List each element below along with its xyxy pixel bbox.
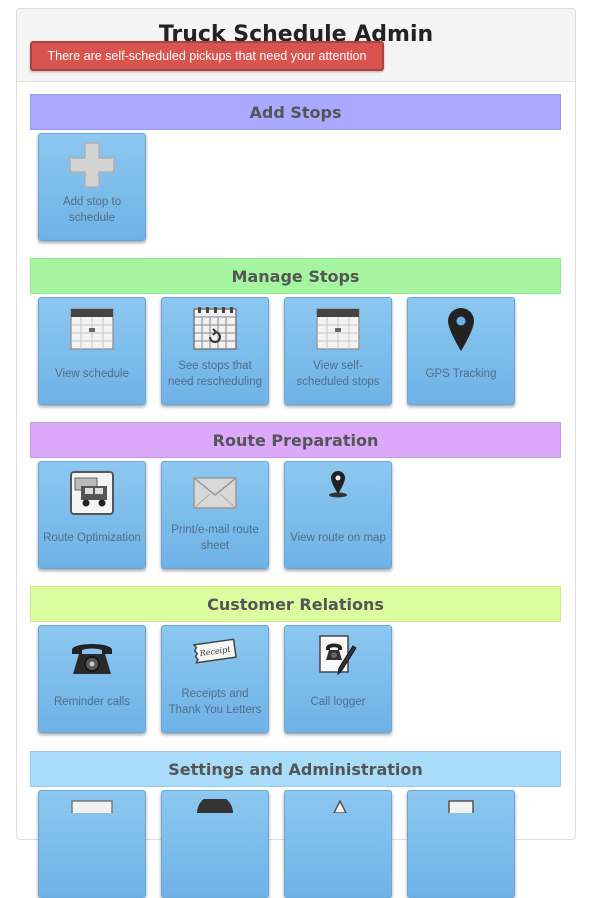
self-scheduled-stops-tile[interactable]: View self-scheduled stops xyxy=(284,297,392,405)
tile-label: See stops that need rescheduling xyxy=(168,360,262,388)
tile-label: View self-scheduled stops xyxy=(296,360,380,388)
section-header-customer-relations: Customer Relations xyxy=(30,586,561,622)
pencil-icon xyxy=(285,799,391,819)
call-log-icon xyxy=(285,632,391,682)
section-header-settings-administration: Settings and Administration xyxy=(30,751,561,787)
map-marker-icon xyxy=(285,466,391,502)
alert-banner[interactable]: There are self-scheduled pickups that ne… xyxy=(30,41,384,71)
tile-label: Route Optimization xyxy=(43,532,141,544)
route-optimization-tile[interactable]: Route Optimization xyxy=(38,461,146,569)
section-header-add-stops: Add Stops xyxy=(30,94,561,130)
tile-label: View schedule xyxy=(55,368,129,380)
receipt-icon: Receipt xyxy=(162,628,268,674)
tile-label: Reminder calls xyxy=(53,696,131,708)
reschedule-stops-tile[interactable]: See stops that need rescheduling xyxy=(161,297,269,405)
plus-icon xyxy=(39,140,145,190)
calendar-icon xyxy=(39,304,145,354)
settings-tile-1[interactable] xyxy=(38,790,146,898)
tile-label: Call logger xyxy=(310,696,366,708)
section-header-manage-stops: Manage Stops xyxy=(30,258,561,294)
reminder-calls-tile[interactable]: Reminder calls xyxy=(38,625,146,733)
trucks-icon xyxy=(39,468,145,518)
calendar-reschedule-icon xyxy=(162,304,268,354)
section-header-route-preparation: Route Preparation xyxy=(30,422,561,458)
tile-label: Add stop to schedule xyxy=(62,196,122,224)
tile-label: View route on map xyxy=(290,532,386,544)
settings-tile-4[interactable] xyxy=(407,790,515,898)
tile-label: GPS Tracking xyxy=(425,368,497,380)
view-schedule-tile[interactable]: View schedule xyxy=(38,297,146,405)
dial-icon xyxy=(162,799,268,819)
settings-tile-3[interactable] xyxy=(284,790,392,898)
list-icon xyxy=(408,799,514,819)
document-icon xyxy=(39,799,145,819)
settings-tile-2[interactable] xyxy=(161,790,269,898)
gps-tracking-tile[interactable]: GPS Tracking xyxy=(407,297,515,405)
view-route-map-tile[interactable]: View route on map xyxy=(284,461,392,569)
panel-header: Truck Schedule Admin There are self-sche… xyxy=(17,9,575,82)
envelope-icon xyxy=(162,468,268,518)
print-route-sheet-tile[interactable]: Print/e-mail route sheet xyxy=(161,461,269,569)
call-logger-tile[interactable]: Call logger xyxy=(284,625,392,733)
map-pin-icon xyxy=(408,304,514,354)
calendar-icon xyxy=(285,304,391,354)
receipts-letters-tile[interactable]: Receipt Receipts and Thank You Letters xyxy=(161,625,269,733)
add-stop-tile[interactable]: Add stop to schedule xyxy=(38,133,146,241)
tile-label: Print/e-mail route sheet xyxy=(171,524,259,552)
telephone-icon xyxy=(39,632,145,682)
tile-label: Receipts and Thank You Letters xyxy=(168,688,262,716)
